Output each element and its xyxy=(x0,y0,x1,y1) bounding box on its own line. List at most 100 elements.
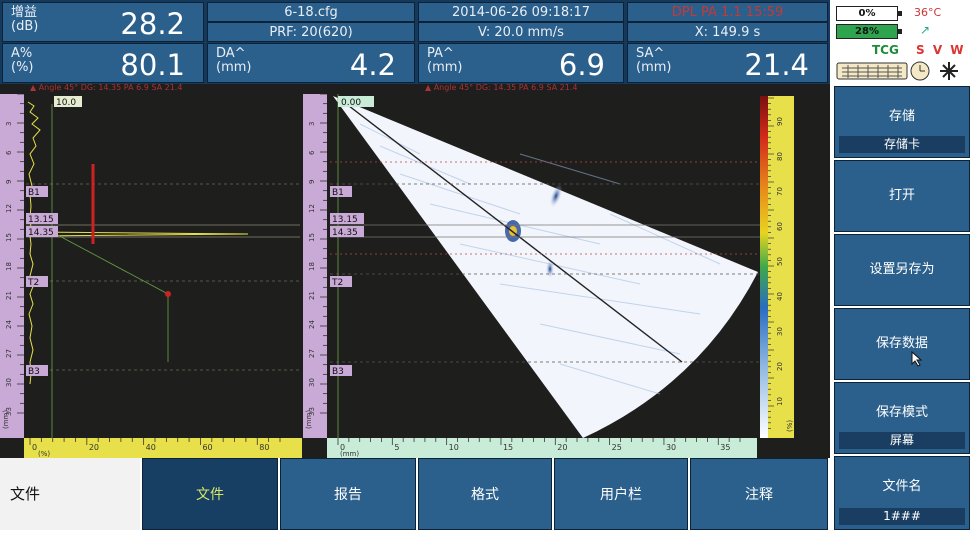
ascan-depth-tick-label: 18 xyxy=(5,262,13,271)
sscan-depth-unit: (mm) xyxy=(305,410,313,429)
softkey-open[interactable]: 打开 xyxy=(834,160,970,232)
sscan-marker-m1: 13.15 xyxy=(332,215,358,225)
tab-report[interactable]: 报告 xyxy=(280,458,416,530)
sscan-marker-b3: B3 xyxy=(332,367,344,377)
pa-readout[interactable]: PA^ (mm) 6.9 xyxy=(418,43,624,83)
ascan-depth-tick-label: 3 xyxy=(5,122,13,126)
sscan-depth-tick-label: 9 xyxy=(308,180,316,184)
ascan-signal-trace xyxy=(27,101,249,385)
colorbar-tick-label: 50 xyxy=(776,257,784,266)
gain-label: 增益 (dB) xyxy=(11,5,39,34)
temperature: 36°C xyxy=(914,6,942,19)
softkey-filename-value: 1### xyxy=(839,508,965,525)
velocity-readout: V: 20.0 mm/s xyxy=(418,22,624,42)
prf-readout: PRF: 20(620) xyxy=(207,22,415,42)
softkey-save-as-setup[interactable]: 设置另存为 xyxy=(834,234,970,306)
softkey-storage-label: 存储 xyxy=(888,109,915,124)
clock-icon xyxy=(910,61,930,81)
colorbar-tick-label: 10 xyxy=(776,397,784,406)
amplitude-readout[interactable]: A% (%) 80.1 xyxy=(2,43,204,83)
softkey-panel: 存储 存储卡 打开 设置另存为 保存数据 保存模式 屏幕 文件名 1### xyxy=(832,84,976,534)
colorbar-tick-label: 80 xyxy=(776,152,784,161)
sscan-depth-tick-label: 12 xyxy=(308,204,316,213)
softkey-storage[interactable]: 存储 存储卡 xyxy=(834,86,970,158)
sscan-position-tick-label: 20 xyxy=(557,443,567,452)
da-label: DA^ (mm) xyxy=(216,46,252,75)
signal-icon: ↗ xyxy=(920,23,931,37)
config-file: 6-18.cfg xyxy=(207,2,415,22)
info-strip-left: ▲ Angle 45° DG: 14.35 PA 6.9 SA 21.4 xyxy=(30,83,183,92)
softkey-save-mode[interactable]: 保存模式 屏幕 xyxy=(834,382,970,454)
tab-notes[interactable]: 注释 xyxy=(690,458,828,530)
sscan-position-tick-label: 35 xyxy=(720,443,730,452)
ascan-amplitude-tick-label: 0 xyxy=(32,443,37,452)
sscan-marker-t2: T2 xyxy=(331,278,343,288)
sscan-position-tick-label: 10 xyxy=(449,443,459,452)
colorbar-tick-label: 90 xyxy=(776,117,784,126)
tab-format[interactable]: 格式 xyxy=(418,458,552,530)
softkey-save-mode-label: 保存模式 xyxy=(875,405,928,420)
softkey-filename-label: 文件名 xyxy=(882,479,922,494)
colorbar-unit: (%) xyxy=(786,420,794,432)
ascan-marker-b1: B1 xyxy=(28,188,40,198)
snowflake-icon xyxy=(940,62,958,80)
keyboard-icon xyxy=(836,62,908,80)
sscan-depth-tick-label: 27 xyxy=(308,349,316,358)
tab-file[interactable]: 文件 xyxy=(142,458,278,530)
colorbar-tick-label: 70 xyxy=(776,187,784,196)
ascan-depth-tick-label: 21 xyxy=(5,291,13,300)
menu-tab-bar: 文件 文件 报告 格式 用户栏 注释 xyxy=(0,458,830,534)
sscan-marker-b1: B1 xyxy=(332,188,344,198)
parameter-header: 增益 (dB) 28.2 A% (%) 80.1 6-18.cfg PRF: 2… xyxy=(0,0,830,84)
status-panel: 0% 36°C 28% ↗ TCG S V W xyxy=(832,0,976,84)
colorbar-tick-label: 30 xyxy=(776,327,784,336)
a-scan-panel: 3691215182124273033 (mm) 10.0 B1 13.15 1… xyxy=(0,93,302,458)
svw-indicator: S V W xyxy=(916,43,966,57)
datetime: 2014-06-26 09:18:17 xyxy=(418,2,624,22)
sscan-top-value: 0.00 xyxy=(341,98,361,108)
da-readout[interactable]: DA^ (mm) 4.2 xyxy=(207,43,415,83)
sscan-depth-tick-label: 18 xyxy=(308,262,316,271)
sa-readout[interactable]: SA^ (mm) 21.4 xyxy=(627,43,828,83)
softkey-save-data[interactable]: 保存数据 xyxy=(834,308,970,380)
da-value: 4.2 xyxy=(349,48,396,82)
sscan-marker-m2: 14.35 xyxy=(332,228,358,238)
sscan-position-tick-label: 15 xyxy=(503,443,513,452)
ascan-amplitude-tick-label: 40 xyxy=(146,443,156,452)
sscan-position-tick-label: 30 xyxy=(666,443,676,452)
sscan-sector xyxy=(333,96,758,438)
battery-1-indicator: 0% xyxy=(836,6,902,21)
mode-indicator: DPL PA 1.1 15:59 xyxy=(627,2,828,22)
x-position-readout: X: 149.9 s xyxy=(627,22,828,42)
gain-value: 28.2 xyxy=(120,7,185,41)
colorbar-scale xyxy=(768,96,794,438)
keyboard-clock-snow-icons xyxy=(836,61,958,81)
info-strip-right: ▲ Angle 45° DG: 14.35 PA 6.9 SA 21.4 xyxy=(425,83,578,92)
tab-user-field[interactable]: 用户栏 xyxy=(554,458,688,530)
sscan-depth-tick-label: 15 xyxy=(308,233,316,242)
softkey-filename[interactable]: 文件名 1### xyxy=(834,456,970,530)
ascan-gate-lines xyxy=(26,183,300,371)
softkey-save-as-setup-label: 设置另存为 xyxy=(869,262,935,277)
colorbar-tick-label: 60 xyxy=(776,222,784,231)
gain-readout[interactable]: 增益 (dB) 28.2 xyxy=(2,2,204,42)
ascan-markers: 10.0 B1 13.15 14.35 T2 B3 xyxy=(26,96,82,377)
scan-display[interactable]: 3 6 9 12 15 18 21 24 27 30 33 (mm) 10.0 B1 xyxy=(0,93,830,458)
ascan-marker-b3: B3 xyxy=(28,367,40,377)
ascan-depth-tick-label: 27 xyxy=(5,349,13,358)
amplitude-colorbar: 90 80 70 60 50 40 30 20 10 (%) xyxy=(760,96,794,438)
ascan-amplitude-tick-label: 80 xyxy=(259,443,269,452)
ascan-depth-unit: (mm) xyxy=(2,410,10,429)
colorbar-tick-label: 20 xyxy=(776,362,784,371)
colorbar-tick-label: 40 xyxy=(776,292,784,301)
scan-svg: 3691215182124273033 (mm) 10.0 B1 13.15 1… xyxy=(0,93,794,458)
pa-value: 6.9 xyxy=(558,48,605,82)
softkey-save-mode-value: 屏幕 xyxy=(839,432,965,449)
ascan-depth-tick-label: 9 xyxy=(5,180,13,184)
sscan-depth-tick-label: 3 xyxy=(308,122,316,126)
sscan-depth-tick-label: 30 xyxy=(308,378,316,387)
amplitude-value: 80.1 xyxy=(120,48,185,82)
sscan-depth-tick-label: 6 xyxy=(308,150,316,155)
sscan-position-ruler xyxy=(327,438,757,458)
ascan-marker-m1: 13.15 xyxy=(28,215,54,225)
